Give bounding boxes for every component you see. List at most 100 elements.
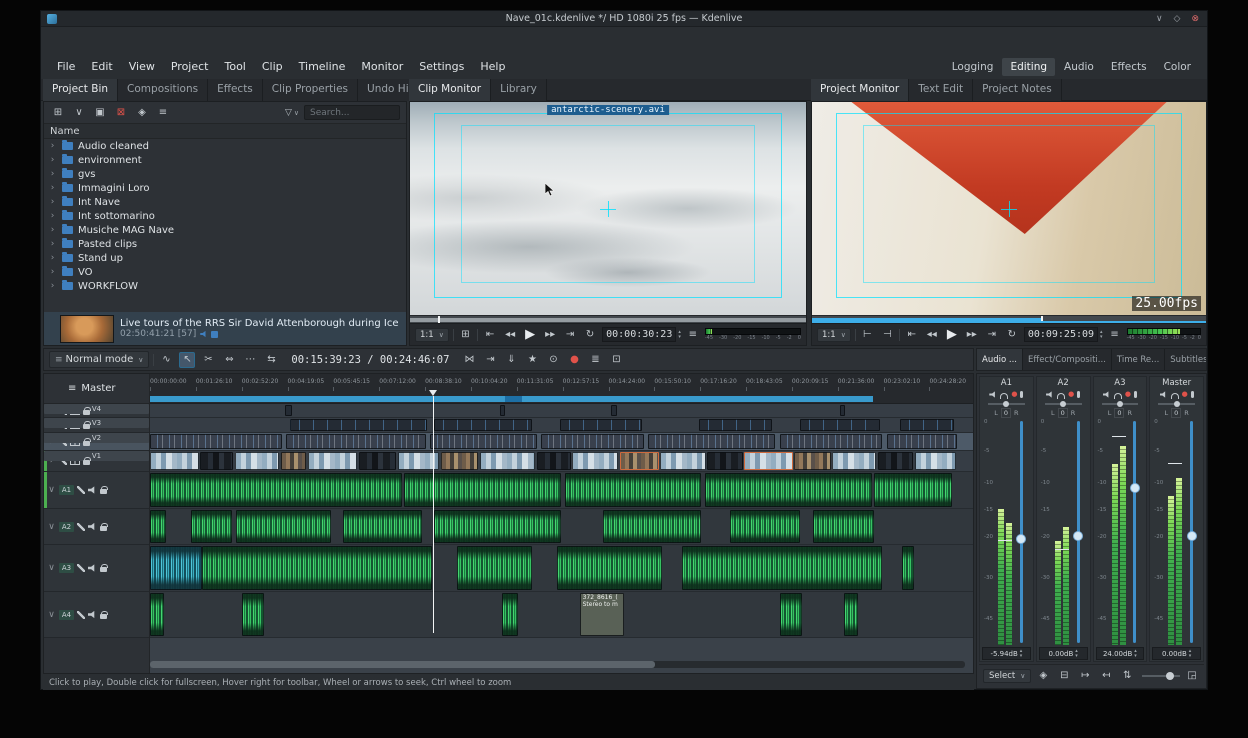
record-options-icon[interactable]: ⊙ [545,352,561,368]
workspace-editing[interactable]: Editing [1002,58,1055,76]
skip-end-icon[interactable]: ⇥ [562,327,578,343]
slip-tool-icon[interactable]: ⇆ [263,352,279,368]
bin-folder-gvs[interactable]: ›gvs [44,167,406,181]
bin-folder-pasted-clips[interactable]: ›Pasted clips [44,237,406,251]
tab-effect-compositi[interactable]: Effect/Compositi... [1023,349,1112,370]
play-icon[interactable]: ▶ [944,327,960,343]
track-lane-a4[interactable]: 372_8616_(Stereo to m [150,592,973,638]
track-header-v3[interactable]: ›V3 [44,418,149,433]
titlebar[interactable]: Nave_01c.kdenlive */ HD 1080i 25 fps — K… [41,11,1207,27]
timeline-clip[interactable] [235,452,279,470]
timeline-clip[interactable] [150,546,202,590]
timeline-clip[interactable] [343,510,421,543]
track-effects-icon[interactable] [77,523,85,531]
track-lane-v1[interactable] [150,451,973,472]
mute-track-icon[interactable] [88,564,97,572]
spacer-tool-icon[interactable]: ⇔ [221,352,237,368]
workspace-audio[interactable]: Audio [1056,58,1102,76]
lock-track-icon[interactable] [100,526,107,531]
timeline-clip[interactable] [150,434,282,449]
playhead[interactable] [433,396,434,633]
lock-track-icon[interactable] [83,460,90,465]
fit-zoom-icon[interactable]: ◲ [1184,668,1200,684]
mute-track-icon[interactable] [88,611,97,619]
rewind-icon[interactable]: ◂◂ [502,327,518,343]
bin-folder-workflow[interactable]: ›WORKFLOW [44,279,406,293]
volume-fader[interactable] [1020,421,1023,643]
bin-search-input[interactable] [304,105,400,120]
lock-track-icon[interactable] [83,424,90,429]
timeline-clip[interactable] [359,452,396,470]
track-lane-v2[interactable] [150,433,973,451]
timeline-clip[interactable] [434,419,532,431]
record-icon[interactable]: ● [566,352,582,368]
timeline-clip[interactable] [915,452,956,470]
grab-icon[interactable]: ⊡ [608,352,624,368]
balance-value[interactable]: 0 [1058,408,1068,418]
extract-zone-icon[interactable]: ↤ [1098,668,1114,684]
solo-icon[interactable] [1000,393,1008,399]
collapse-tracks-icon[interactable]: ⇅ [1119,668,1135,684]
timeline-clip[interactable] [682,546,882,590]
timecode-spinner[interactable]: ▴▾ [678,330,681,340]
edit-mode-combo[interactable]: ≡ Normal mode ∨ [49,351,149,368]
timeline-clip[interactable] [603,510,702,543]
timeline-clip[interactable] [611,405,617,416]
timeline-clip[interactable] [557,546,662,590]
volume-value[interactable]: 0.00dB▴▾ [1152,647,1201,660]
monitor-audio-icon[interactable] [1191,391,1194,398]
track-header-a4[interactable]: ∨A4 [44,592,149,638]
track-lane-v4[interactable] [150,404,973,418]
lock-track-icon[interactable] [83,410,90,415]
expand-chevron-icon[interactable]: › [48,169,57,179]
mute-icon[interactable] [1046,391,1054,398]
expand-chevron-icon[interactable]: › [48,211,57,221]
timeline-clip[interactable] [840,405,845,416]
more-tools-icon[interactable]: ⋯ [242,352,258,368]
timeline-clip[interactable] [430,434,537,449]
fader-handle[interactable] [1187,531,1197,541]
timeline-clip[interactable] [150,473,402,507]
monitor-audio-icon[interactable] [1020,391,1023,398]
timeline-clip[interactable] [502,593,518,636]
timeline-ruler[interactable]: 00:00:00:0000:01:26:1000:02:52:2000:04:1… [150,374,973,404]
track-lane-a3[interactable] [150,545,973,592]
expand-chevron-icon[interactable]: › [48,281,57,291]
insert-zone-icon[interactable]: ↦ [1077,668,1093,684]
pan-slider[interactable] [1039,400,1088,408]
timeline-clip[interactable] [308,452,357,470]
pan-slider[interactable] [982,400,1031,408]
project-monitor-zoom-combo[interactable]: 1:1∨ [817,328,851,342]
overwrite-zone-icon[interactable]: ⇓ [503,352,519,368]
solo-icon[interactable] [1057,393,1065,399]
zoom-slider-handle[interactable] [1166,672,1174,680]
rewind-icon[interactable]: ◂◂ [924,327,940,343]
skip-end-icon[interactable]: ⇥ [984,327,1000,343]
timeline-clip[interactable] [780,593,801,636]
close-icon[interactable]: ⊗ [1191,14,1199,24]
timeline-clip[interactable] [290,419,427,431]
create-folder-icon[interactable]: ▣ [92,105,108,121]
mute-icon[interactable] [1103,391,1111,398]
timeline-clip[interactable] [441,452,479,470]
timeline-clip[interactable] [236,510,331,543]
timeline-clip[interactable] [537,452,571,470]
fast-forward-icon[interactable]: ▸▸ [542,327,558,343]
bin-folder-int-nave[interactable]: ›Int Nave [44,195,406,209]
volume-value[interactable]: 24.00dB▴▾ [1096,647,1145,660]
timeline-clip[interactable] [541,434,644,449]
tab-project-notes[interactable]: Project Notes [973,79,1062,101]
expand-chevron-icon[interactable]: › [48,239,57,249]
track-effects-icon[interactable] [77,564,85,572]
tag-icon[interactable]: ◈ [1035,668,1051,684]
bin-name-header[interactable]: Name [44,124,406,139]
track-lane-v3[interactable] [150,418,973,433]
shade-icon[interactable]: ∨ [1156,14,1163,24]
timeline-clip[interactable] [572,452,618,470]
timeline-clip[interactable] [286,434,426,449]
monitor-audio-icon[interactable] [1077,391,1080,398]
expand-chevron-icon[interactable]: › [48,141,57,151]
mute-track-icon[interactable] [88,523,97,531]
timeline-clip[interactable] [900,419,954,431]
fader-handle[interactable] [1130,483,1140,493]
